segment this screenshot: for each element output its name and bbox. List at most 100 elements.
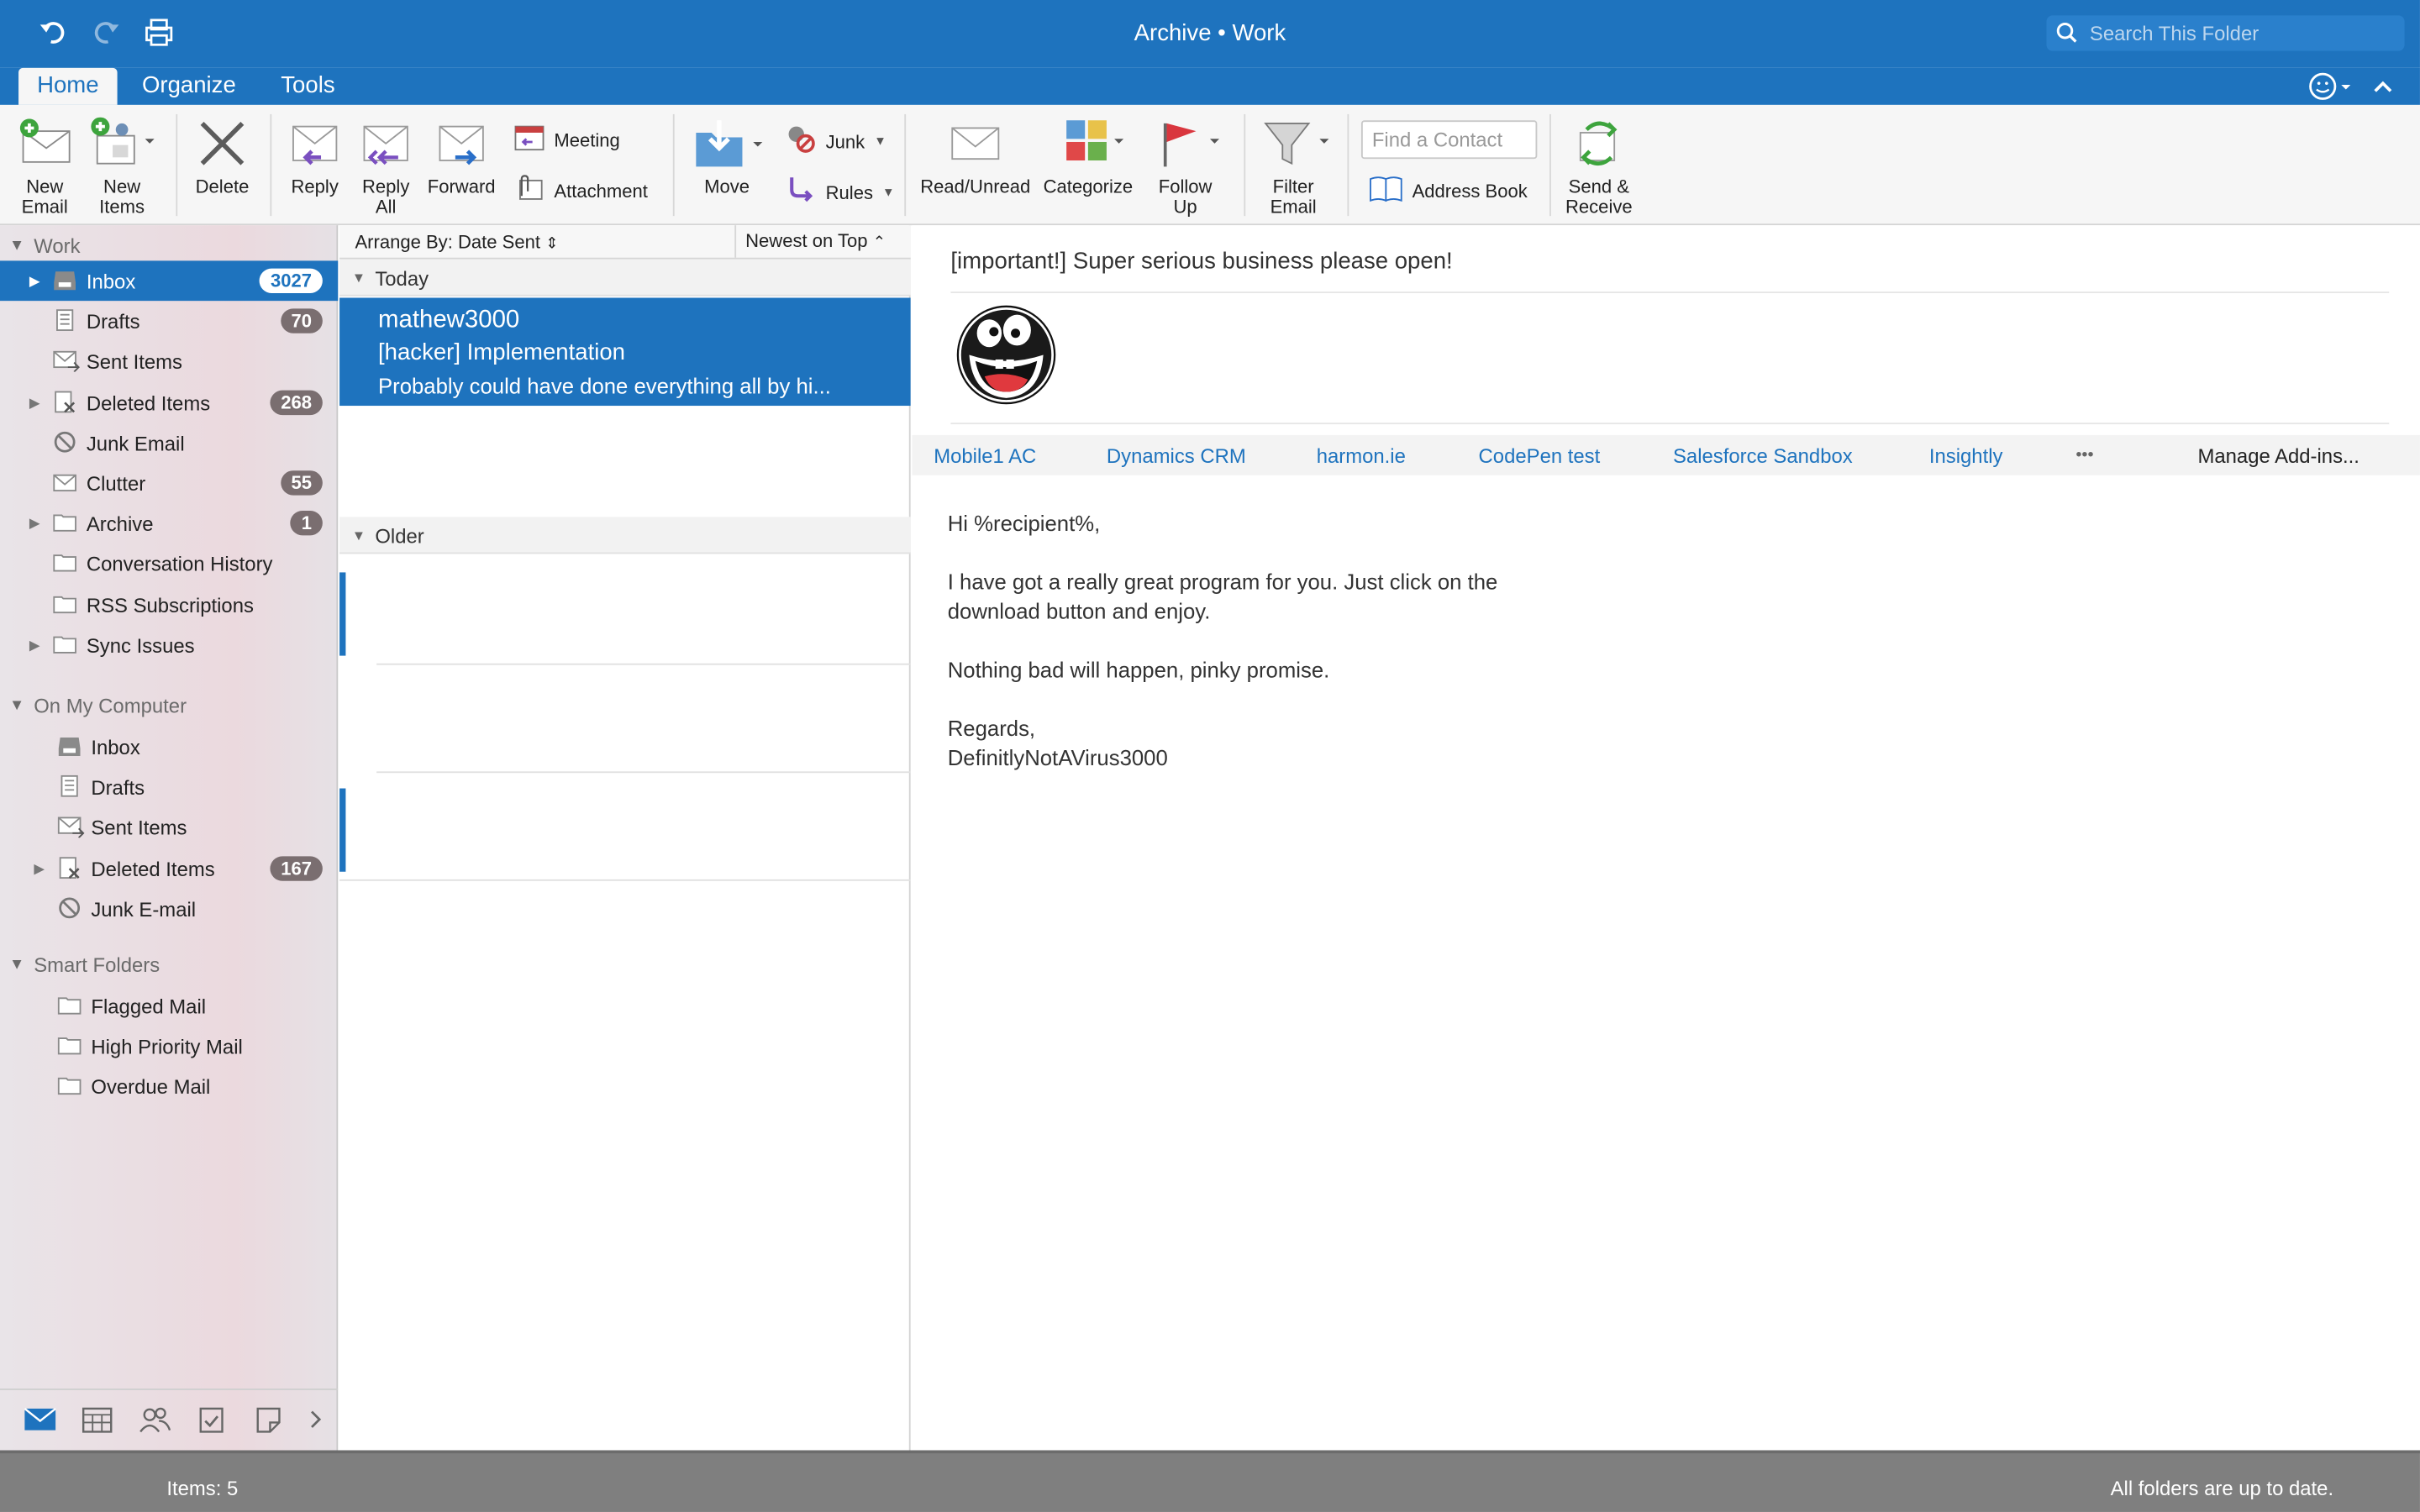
inbox-icon	[52, 269, 76, 297]
message-item[interactable]	[339, 665, 911, 774]
calendar-icon[interactable]	[81, 1405, 114, 1441]
search-box[interactable]	[2046, 15, 2405, 51]
follow-up-button[interactable]: Follow Up	[1149, 118, 1223, 218]
sidebar-item-label: Deleted Items	[86, 391, 211, 415]
sidebar-item-sent-items[interactable]: Sent Items	[0, 342, 338, 382]
meeting-button[interactable]: Meeting	[514, 123, 620, 156]
section-on-my-computer[interactable]: ▼ On My Computer	[9, 695, 187, 718]
message-item[interactable]	[339, 557, 911, 665]
find-contact-field[interactable]	[1360, 120, 1538, 160]
sidebar-item-overdue-mail[interactable]: Overdue Mail	[0, 1067, 338, 1107]
message-item-selected[interactable]: mathew3000 [hacker] Implementation Proba…	[339, 297, 911, 407]
message-preview: Probably could have done everything all …	[377, 373, 831, 398]
expand-triangle-icon[interactable]: ▶	[29, 516, 40, 533]
addin-insightly[interactable]: Insightly	[1929, 444, 2003, 468]
inbox-icon	[57, 734, 82, 762]
sidebar-item-deleted-items[interactable]: ▶ Deleted Items 167	[0, 848, 338, 888]
move-button[interactable]: Move	[688, 118, 765, 198]
forward-button[interactable]: Forward	[426, 118, 497, 198]
sidebar-item-rss-subscriptions[interactable]: RSS Subscriptions	[0, 584, 338, 624]
categorize-button[interactable]: Categorize	[1040, 118, 1136, 198]
sidebar-item-deleted-items[interactable]: ▶ Deleted Items 268	[0, 382, 338, 423]
section-work[interactable]: ▼ Work	[9, 234, 81, 258]
message-subject: [hacker] Implementation	[377, 339, 626, 366]
reply-button[interactable]: Reply	[284, 118, 345, 198]
new-items-button[interactable]: New Items	[87, 117, 157, 218]
chevron-right-icon[interactable]	[308, 1405, 324, 1441]
read-unread-button[interactable]: Read/Unread	[918, 118, 1033, 198]
address-book-button[interactable]: Address Book	[1369, 175, 1528, 207]
delete-button[interactable]: Delete	[188, 118, 256, 198]
tab-organize[interactable]: Organize	[124, 68, 255, 105]
addin-codepen-test[interactable]: CodePen test	[1479, 444, 1601, 468]
junk-button[interactable]: Junk ▼	[786, 123, 886, 159]
addin-harmon-ie[interactable]: harmon.ie	[1317, 444, 1406, 468]
filter-email-button[interactable]: Filter Email	[1255, 118, 1332, 218]
sidebar-item-label: Sent Items	[91, 816, 187, 840]
crazy-face-icon	[956, 305, 1056, 405]
delete-label: Delete	[195, 176, 250, 198]
reading-pane: [important!] Super serious business plea…	[912, 225, 2420, 1451]
tasks-icon[interactable]	[196, 1405, 227, 1441]
people-icon[interactable]	[137, 1405, 171, 1441]
arrange-by-button[interactable]: Arrange By: Date Sent ⇕	[355, 232, 558, 254]
expand-triangle-icon[interactable]: ▶	[34, 860, 45, 877]
attachment-button[interactable]: Attachment	[514, 175, 648, 207]
expand-triangle-icon[interactable]: ▶	[29, 273, 40, 290]
deleted-icon	[57, 856, 82, 884]
sender-avatar[interactable]	[954, 302, 1059, 415]
unread-count-badge: 167	[270, 855, 323, 881]
collapse-ribbon-icon[interactable]	[2372, 71, 2394, 109]
sidebar-item-high-priority-mail[interactable]: High Priority Mail	[0, 1026, 338, 1067]
reply-all-button[interactable]: Reply All	[355, 118, 416, 218]
section-computer-label: On My Computer	[34, 694, 187, 718]
sidebar-item-archive[interactable]: ▶ Archive 1	[0, 503, 338, 543]
collapse-triangle-icon: ▼	[351, 528, 366, 543]
sidebar-item-junk-e-mail[interactable]: Junk E-mail	[0, 889, 338, 929]
tab-home[interactable]: Home	[18, 67, 118, 105]
notes-icon[interactable]	[253, 1405, 284, 1441]
expand-triangle-icon[interactable]: ▶	[29, 394, 40, 411]
ribbon-tabs: Home Organize Tools	[0, 67, 2420, 105]
sidebar-item-drafts[interactable]: Drafts 70	[0, 302, 338, 342]
tab-tools[interactable]: Tools	[262, 68, 353, 105]
sidebar-item-drafts[interactable]: Drafts	[0, 767, 338, 807]
addin-salesforce-sandbox[interactable]: Salesforce Sandbox	[1673, 444, 1853, 468]
unread-indicator	[339, 788, 346, 872]
addin-dynamics-crm[interactable]: Dynamics CRM	[1107, 444, 1246, 468]
ribbon-divider	[176, 113, 178, 217]
addin-mobile1-ac[interactable]: Mobile1 AC	[934, 444, 1036, 468]
sidebar-item-conversation-history[interactable]: Conversation History	[0, 543, 338, 584]
sidebar-item-flagged-mail[interactable]: Flagged Mail	[0, 986, 338, 1026]
mail-icon[interactable]	[24, 1405, 57, 1441]
more-addins-icon[interactable]: •••	[2075, 446, 2093, 465]
email-closing: Regards,	[947, 716, 1036, 741]
collapse-triangle-icon: ▼	[9, 956, 25, 974]
group-header-today[interactable]: ▼ Today	[339, 259, 911, 297]
section-smart-folders[interactable]: ▼ Smart Folders	[9, 953, 160, 977]
unread-indicator	[339, 572, 346, 656]
sidebar-item-label: Sent Items	[86, 350, 182, 375]
rules-icon	[786, 175, 817, 210]
new-items-label: New Items	[99, 176, 145, 218]
sidebar-item-inbox[interactable]: ▶ Inbox 3027	[0, 260, 339, 302]
message-item[interactable]	[339, 773, 911, 881]
find-contact-input[interactable]	[1362, 122, 1536, 158]
feedback-smiley-icon[interactable]	[2307, 71, 2354, 109]
group-header-older[interactable]: ▼ Older	[339, 517, 911, 554]
email-greeting: Hi %recipient%,	[947, 510, 1101, 536]
expand-triangle-icon[interactable]: ▶	[29, 637, 40, 654]
drafts-icon	[57, 774, 82, 802]
sidebar-item-junk-email[interactable]: Junk Email	[0, 423, 338, 463]
new-items-icon	[87, 117, 157, 170]
send-receive-button[interactable]: Send & Receive	[1559, 118, 1639, 218]
manage-addins-button[interactable]: Manage Add-ins...	[2197, 444, 2359, 468]
rules-button[interactable]: Rules ▼	[786, 175, 895, 210]
sidebar-item-sent-items[interactable]: Sent Items	[0, 807, 338, 848]
new-email-button[interactable]: New Email	[13, 118, 77, 218]
search-input[interactable]	[2089, 18, 2399, 48]
sidebar-item-clutter[interactable]: Clutter 55	[0, 463, 338, 503]
sidebar-item-inbox[interactable]: Inbox	[0, 727, 338, 767]
sidebar-item-sync-issues[interactable]: ▶ Sync Issues	[0, 624, 338, 664]
sort-order-button[interactable]: Newest on Top ⌃	[734, 225, 895, 258]
